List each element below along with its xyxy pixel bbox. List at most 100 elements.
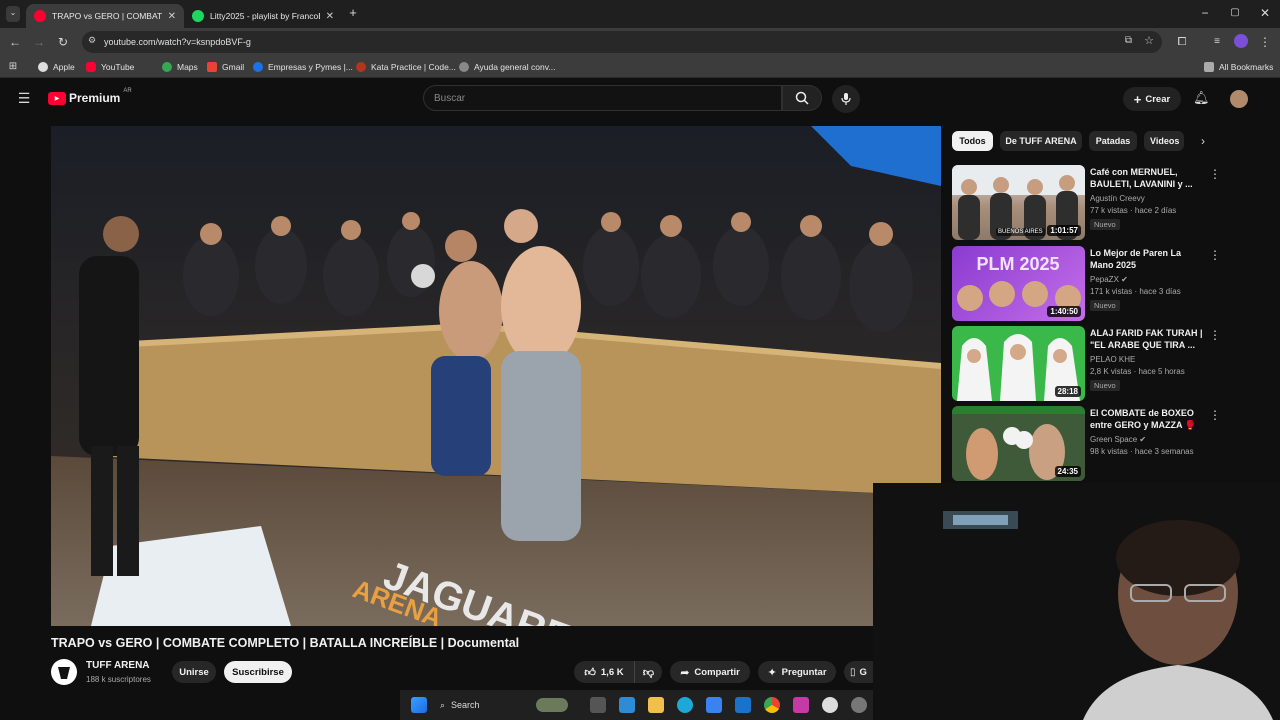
- ask-button[interactable]: ✦ Preguntar: [758, 661, 836, 683]
- close-window-icon[interactable]: ✕: [1258, 6, 1272, 20]
- search-icon: [795, 91, 809, 105]
- create-button[interactable]: + Crear: [1123, 87, 1181, 111]
- search-button[interactable]: [782, 85, 822, 111]
- windows-start-icon[interactable]: [411, 697, 427, 713]
- bookmark-icon: ▯: [850, 666, 856, 678]
- help-icon: [459, 62, 469, 72]
- chip-videos[interactable]: Videos: [1144, 131, 1184, 151]
- bookmark-ayuda[interactable]: Ayuda general conv...: [459, 60, 555, 74]
- video-thumbnail[interactable]: 24:35: [952, 406, 1085, 481]
- settings-icon[interactable]: [851, 697, 867, 713]
- bookmark-gmail[interactable]: Gmail: [207, 60, 244, 74]
- hamburger-menu-icon[interactable]: ☰: [16, 91, 32, 105]
- video-thumbnail[interactable]: 28:18: [952, 326, 1085, 401]
- tab-search-icon[interactable]: ⌄: [6, 6, 20, 22]
- recommended-title[interactable]: El COMBATE de BOXEO entre GERO y MAZZA 🥊: [1090, 407, 1205, 431]
- list-item[interactable]: 24:35 El COMBATE de BOXEO entre GERO y M…: [952, 406, 1221, 482]
- chrome-menu-icon[interactable]: ⋮: [1258, 35, 1272, 49]
- reload-icon[interactable]: ↻: [56, 35, 70, 49]
- folder-icon: [1204, 62, 1214, 72]
- logo-region: AR: [123, 88, 132, 94]
- recommended-title[interactable]: Lo Mejor de Paren La Mano 2025: [1090, 247, 1205, 271]
- search-input[interactable]: Buscar: [423, 85, 782, 111]
- more-options-icon[interactable]: ⋮: [1209, 248, 1221, 262]
- tab-strip: ⌄ TRAPO vs GERO | COMBATE CO ✕ Litty2025…: [0, 0, 1280, 28]
- edge-icon[interactable]: [677, 697, 693, 713]
- share-button[interactable]: ➦ Compartir: [670, 661, 750, 683]
- app-icon[interactable]: [793, 697, 809, 713]
- video-thumbnail[interactable]: PLM 2025 1:40:50: [952, 246, 1085, 321]
- taskbar-search[interactable]: ⌕ Search: [440, 696, 576, 714]
- chips-next-chevron-icon[interactable]: ›: [1196, 134, 1210, 148]
- join-button[interactable]: Unirse: [172, 661, 216, 683]
- more-options-icon[interactable]: ⋮: [1209, 408, 1221, 422]
- install-app-icon[interactable]: ⧉: [1125, 35, 1132, 46]
- notifications-bell-icon[interactable]: 🔔︎: [1193, 91, 1210, 105]
- recommended-channel[interactable]: Agustín Creevy: [1090, 194, 1145, 203]
- new-badge: Nuevo: [1090, 219, 1120, 230]
- reading-list-icon[interactable]: ≡: [1210, 35, 1224, 49]
- youtube-logo[interactable]: ▶ Premium AR: [48, 88, 132, 105]
- channel-name[interactable]: TUFF ARENA: [86, 660, 150, 671]
- thumbs-down-icon: 👎︎: [642, 666, 655, 679]
- more-options-icon[interactable]: ⋮: [1209, 328, 1221, 342]
- video-player[interactable]: JAGUARE ARENA: [51, 126, 941, 626]
- maximize-icon[interactable]: ▢: [1228, 6, 1242, 20]
- recommended-channel[interactable]: Green Space ✔: [1090, 435, 1146, 444]
- duration-badge: 24:35: [1054, 466, 1081, 477]
- microphone-icon: [841, 93, 851, 105]
- close-tab-icon[interactable]: ✕: [162, 11, 176, 22]
- tab-youtube-video[interactable]: TRAPO vs GERO | COMBATE CO ✕: [26, 4, 184, 28]
- minimize-icon[interactable]: −: [1198, 6, 1212, 20]
- chip-todos[interactable]: Todos: [952, 131, 993, 151]
- chrome-icon[interactable]: [764, 697, 780, 713]
- account-avatar[interactable]: [1230, 90, 1248, 108]
- bookmark-kata[interactable]: Kata Practice | Code...: [356, 60, 456, 74]
- recommended-channel[interactable]: PepaZX ✔: [1090, 275, 1128, 284]
- store-icon[interactable]: [706, 697, 722, 713]
- forward-icon[interactable]: →: [32, 35, 46, 49]
- more-options-icon[interactable]: ⋮: [1209, 167, 1221, 181]
- chip-patadas[interactable]: Patadas: [1089, 131, 1137, 151]
- bookmark-empresas[interactable]: Empresas y Pymes |...: [253, 60, 353, 74]
- codewars-icon: [356, 62, 366, 72]
- recommended-meta: 171 k vistas · hace 3 días: [1090, 287, 1181, 296]
- apps-grid-icon[interactable]: ⊞: [6, 60, 20, 74]
- list-item[interactable]: PLM 2025 1:40:50 Lo Mejor de Paren La Ma…: [952, 246, 1221, 322]
- all-bookmarks[interactable]: All Bookmarks: [1204, 60, 1273, 74]
- back-icon[interactable]: ←: [8, 35, 22, 49]
- github-icon[interactable]: [822, 697, 838, 713]
- browser-toolbar: ← → ↻ ⚙ youtube.com/watch?v=ksnpdoBVF-g …: [0, 28, 1280, 56]
- video-title: TRAPO vs GERO | COMBATE COMPLETO | BATAL…: [51, 636, 520, 650]
- channel-avatar[interactable]: [51, 659, 77, 685]
- address-bar[interactable]: ⚙ youtube.com/watch?v=ksnpdoBVF-g ⧉ ☆: [82, 31, 1162, 53]
- tab-spotify-playlist[interactable]: Litty2025 - playlist by FrancoBo ✕: [184, 4, 342, 28]
- new-tab-icon[interactable]: +: [346, 6, 360, 20]
- outlook-icon[interactable]: [735, 697, 751, 713]
- save-button[interactable]: ▯ G: [844, 661, 873, 683]
- list-item[interactable]: 28:18 ALAJ FARID FAK TURAH | "EL ARABE Q…: [952, 326, 1221, 402]
- chip-de-tuff-arena[interactable]: De TUFF ARENA: [1000, 131, 1082, 151]
- profile-icon[interactable]: [1234, 34, 1248, 48]
- like-button[interactable]: 👍︎ 1,6 K: [574, 661, 634, 683]
- recommended-title[interactable]: ALAJ FARID FAK TURAH | "EL ARABE QUE TIR…: [1090, 327, 1205, 351]
- list-item[interactable]: BUENOS AIRES 1:01:57 Café con MERNUEL, B…: [952, 165, 1221, 241]
- video-thumbnail[interactable]: BUENOS AIRES 1:01:57: [952, 165, 1085, 240]
- bookmark-youtube[interactable]: YouTube: [86, 60, 134, 74]
- extensions-icon[interactable]: ⧠: [1175, 35, 1189, 49]
- close-tab-icon[interactable]: ✕: [320, 11, 334, 22]
- subscribe-button[interactable]: Suscribirse: [224, 661, 292, 683]
- recommended-title[interactable]: Café con MERNUEL, BAULETI, LAVANINI y ..…: [1090, 166, 1205, 190]
- youtube-header: ☰ ▶ Premium AR Buscar + Crear 🔔︎: [0, 79, 1280, 119]
- gmail-icon: [207, 62, 217, 72]
- task-view-icon[interactable]: [590, 697, 606, 713]
- visual-studio-icon[interactable]: [619, 697, 635, 713]
- bookmark-star-icon[interactable]: ☆: [1144, 34, 1154, 47]
- site-info-icon[interactable]: ⚙: [88, 35, 96, 46]
- bookmark-maps[interactable]: Maps: [162, 60, 198, 74]
- recommended-channel[interactable]: PELAO KHE: [1090, 355, 1135, 364]
- bookmark-apple[interactable]: Apple: [38, 60, 75, 74]
- dislike-button[interactable]: 👎︎: [634, 661, 662, 683]
- file-explorer-icon[interactable]: [648, 697, 664, 713]
- voice-search-button[interactable]: [832, 85, 860, 113]
